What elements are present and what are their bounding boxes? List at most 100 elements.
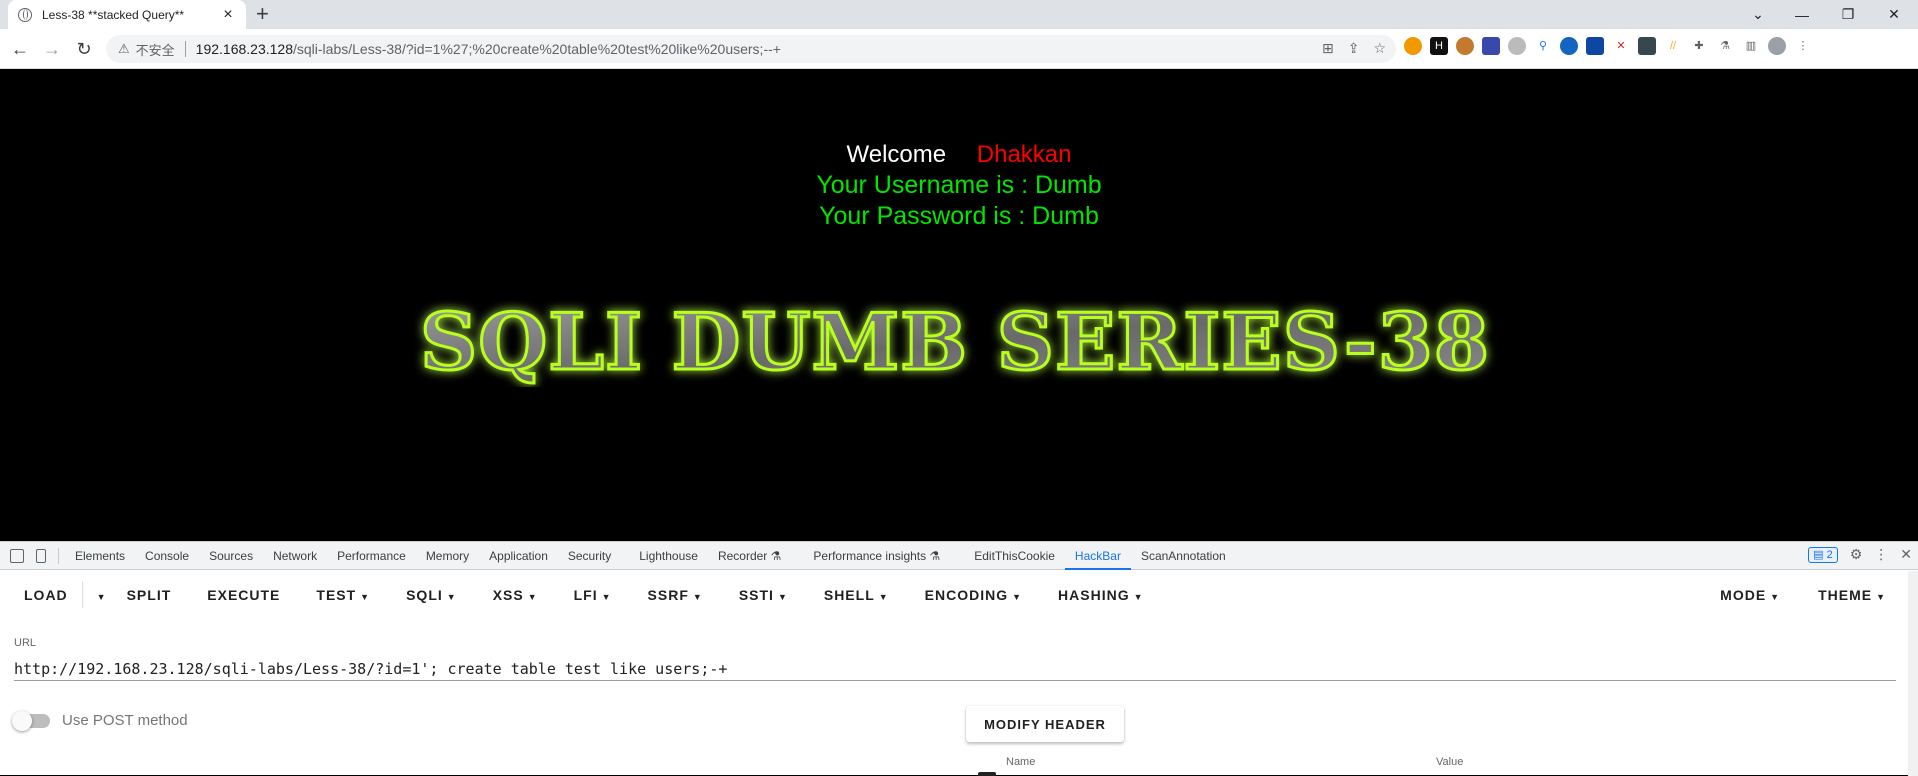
hackbar-scrollbar[interactable] — [1908, 571, 1918, 776]
tab-scanannotation[interactable]: ScanAnnotation — [1131, 542, 1236, 570]
url-label: URL — [14, 637, 37, 649]
warning-icon[interactable]: ⚠ — [118, 41, 130, 57]
tab-network[interactable]: Network — [263, 542, 327, 570]
browser-menu-icon[interactable]: ⋮ — [1794, 37, 1812, 55]
header-checkbox[interactable] — [978, 772, 996, 776]
forward-button[interactable]: → — [40, 37, 64, 61]
profile-avatar-icon[interactable] — [1768, 37, 1786, 55]
extension-h-icon[interactable]: H — [1430, 37, 1448, 55]
more-options-icon[interactable]: ⋮ — [1874, 546, 1888, 563]
close-devtools-icon[interactable]: ✕ — [1900, 546, 1912, 563]
chevron-down-icon: ▼ — [1770, 592, 1781, 602]
back-button[interactable]: ← — [8, 37, 32, 61]
url-path: /sqli-labs/Less-38/?id=1%27;%20create%20… — [293, 41, 781, 57]
bookmark-star-icon[interactable]: ☆ — [1373, 40, 1386, 57]
hackbar-menu: LOAD ▼ SPLIT EXECUTE TEST ▼ SQLI ▼ XSS ▼ LF… — [0, 571, 1918, 776]
extension-stripes-icon[interactable]: // — [1664, 37, 1682, 55]
post-method-toggle[interactable]: Use POST method — [12, 710, 188, 731]
shell-menu[interactable]: SHELL ▼ — [812, 587, 901, 603]
welcome-name: Dhakkan — [976, 141, 1072, 168]
url-input[interactable] — [14, 657, 1896, 681]
tab-security[interactable]: Security — [558, 542, 621, 570]
extension-circle-icon[interactable] — [1404, 37, 1422, 55]
tab-memory[interactable]: Memory — [416, 542, 479, 570]
page-content: Welcome Dhakkan Your Username is : Dumb … — [0, 69, 1918, 541]
password-line: Your Password is : Dumb — [819, 202, 1099, 230]
issues-count: 2 — [1826, 548, 1833, 561]
tab-editthiscookie[interactable]: EditThisCookie — [964, 542, 1065, 570]
split-button[interactable]: SPLIT — [115, 587, 184, 603]
banner-text: SQLI DUMB SERIES-38 — [420, 297, 1490, 387]
divider — [81, 582, 83, 608]
lfi-menu[interactable]: LFI ▼ — [562, 587, 624, 603]
welcome-line: Welcome Dhakkan — [0, 141, 1918, 169]
tab-recorder[interactable]: Recorder ⚗ — [708, 542, 791, 570]
post-method-label: Use POST method — [62, 712, 188, 729]
devtools-tab-bar: Elements Console Sources Network Perform… — [0, 542, 1918, 570]
close-window-button[interactable]: ✕ — [1872, 0, 1916, 29]
extension-x-icon[interactable]: ✕ — [1612, 37, 1630, 55]
hashing-menu[interactable]: HASHING ▼ — [1046, 587, 1155, 603]
address-bar[interactable]: ⚠ 不安全 192.168.23.128 /sqli-labs/Less-38/… — [106, 35, 1396, 63]
reload-button[interactable]: ↻ — [72, 37, 96, 61]
minimize-button[interactable]: — — [1780, 0, 1824, 29]
xss-menu[interactable]: XSS ▼ — [481, 587, 550, 603]
chevron-down-icon: ▼ — [692, 592, 703, 602]
extension-grid-icon[interactable] — [1638, 37, 1656, 55]
gear-icon[interactable]: ⚙ — [1850, 546, 1863, 563]
encoding-menu[interactable]: ENCODING ▼ — [913, 587, 1034, 603]
share-icon[interactable]: ⇪ — [1348, 40, 1360, 57]
tab-lighthouse[interactable]: Lighthouse — [629, 542, 708, 570]
cookie-icon[interactable] — [1456, 37, 1474, 55]
extension-globe-icon[interactable] — [1560, 37, 1578, 55]
theme-menu[interactable]: THEME ▼ — [1806, 587, 1898, 603]
extension-badge-icon[interactable] — [1482, 37, 1500, 55]
ssti-menu[interactable]: SSTI ▼ — [727, 587, 800, 603]
tab-performance-insights[interactable]: Performance insights ⚗ — [803, 542, 950, 570]
flask-icon[interactable]: ⚗ — [1716, 37, 1734, 55]
series-banner: SQLI DUMB SERIES-38 — [410, 296, 1500, 390]
tab-sources[interactable]: Sources — [199, 542, 263, 570]
security-label[interactable]: 不安全 — [136, 40, 175, 59]
welcome-text: Welcome — [846, 141, 947, 168]
tab-elements[interactable]: Elements — [65, 542, 135, 570]
new-tab-button[interactable]: + — [256, 3, 269, 25]
browser-tab-strip: Less-38 **stacked Query** × + ⌄ — ❐ ✕ — [0, 0, 1918, 29]
divider — [184, 41, 186, 57]
chevron-down-icon: ▼ — [446, 592, 457, 602]
mode-menu[interactable]: MODE ▼ — [1708, 587, 1792, 603]
chevron-down-icon: ▼ — [527, 592, 538, 602]
load-dropdown-icon[interactable]: ▼ — [85, 587, 115, 603]
tab-console[interactable]: Console — [135, 542, 199, 570]
extension-icons: H ⚲ ✕ // ✚ ⚗ ▥ ⋮ — [1404, 37, 1812, 55]
puzzle-icon[interactable]: ✚ — [1690, 37, 1708, 55]
issues-badge[interactable]: ▤ 2 — [1808, 546, 1838, 563]
ssrf-menu[interactable]: SSRF ▼ — [636, 587, 715, 603]
modify-header-button[interactable]: MODIFY HEADER — [966, 706, 1124, 742]
tab-hackbar[interactable]: HackBar — [1064, 542, 1131, 570]
extension-square-icon[interactable] — [1586, 37, 1604, 55]
post-method-switch[interactable] — [12, 710, 50, 731]
location-pin-icon[interactable]: ⚲ — [1534, 37, 1552, 55]
side-panel-icon[interactable]: ▥ — [1742, 37, 1760, 55]
extension-rings-icon[interactable] — [1508, 37, 1526, 55]
tab-close-icon[interactable]: × — [220, 6, 236, 23]
tab-application[interactable]: Application — [479, 542, 558, 570]
tab-list-icon[interactable]: ⌄ — [1736, 0, 1780, 29]
username-line: Your Username is : Dumb — [816, 171, 1102, 199]
devtools-actions: ▤ 2 ⚙ ⋮ ✕ — [1808, 546, 1912, 563]
test-menu[interactable]: TEST ▼ — [304, 587, 382, 603]
translate-icon[interactable]: ⊞ — [1322, 40, 1334, 57]
chevron-down-icon: ▼ — [1133, 592, 1144, 602]
tab-performance[interactable]: Performance — [327, 542, 416, 570]
browser-tab[interactable]: Less-38 **stacked Query** × — [8, 0, 246, 29]
chevron-down-icon: ▼ — [601, 592, 612, 602]
maximize-button[interactable]: ❐ — [1826, 0, 1870, 29]
device-toolbar-icon[interactable] — [36, 548, 46, 563]
load-button[interactable]: LOAD — [0, 587, 80, 603]
chevron-down-icon: ▼ — [878, 592, 889, 602]
execute-button[interactable]: EXECUTE — [195, 587, 292, 603]
inspect-element-icon[interactable] — [10, 548, 24, 563]
tab-title: Less-38 **stacked Query** — [42, 7, 185, 22]
sqli-menu[interactable]: SQLI ▼ — [394, 587, 469, 603]
